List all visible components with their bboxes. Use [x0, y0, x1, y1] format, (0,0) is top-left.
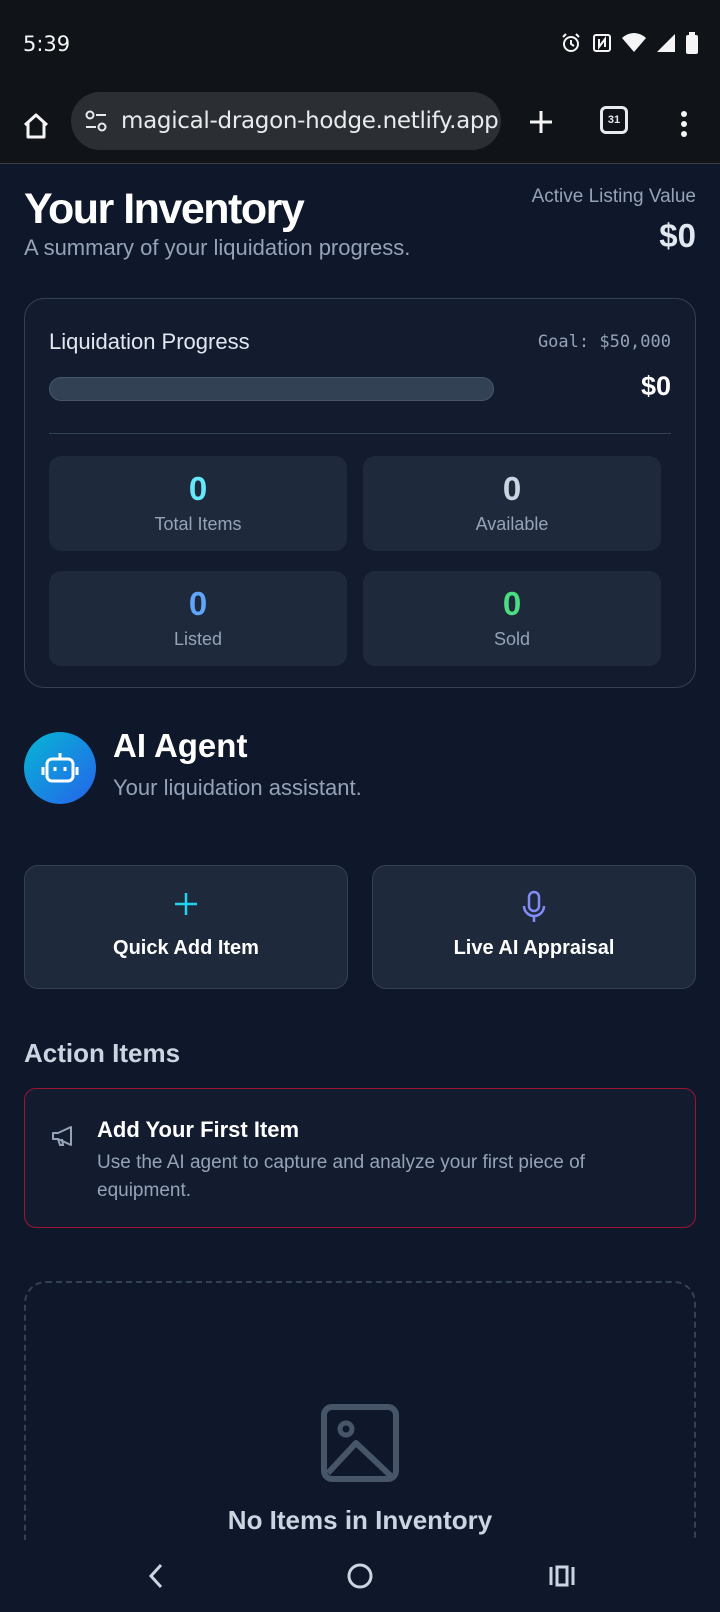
nfc-icon — [592, 33, 612, 53]
image-icon — [320, 1403, 400, 1488]
goal-label: Goal: $50,000 — [537, 332, 671, 352]
stat-value: 0 — [188, 585, 208, 622]
empty-inventory-state: No Items in Inventory — [24, 1281, 696, 1540]
stat-listed: 0 Listed — [49, 571, 347, 666]
action-item-description: Use the AI agent to capture and analyze … — [97, 1152, 585, 1201]
progress-card: Liquidation Progress Goal: $50,000 $0 0 … — [24, 298, 696, 688]
stat-label: Available — [475, 514, 549, 534]
site-settings-icon[interactable] — [83, 108, 109, 134]
signal-icon — [656, 33, 676, 53]
home-circle-icon — [347, 1563, 373, 1589]
page-subtitle: A summary of your liquidation progress. — [24, 235, 411, 260]
status-bar: 5:39 — [0, 0, 720, 88]
tab-switcher-button[interactable]: 31 — [600, 106, 628, 134]
action-item-title: Add Your First Item — [97, 1117, 300, 1142]
divider — [49, 433, 671, 434]
stat-label: Total Items — [154, 514, 242, 534]
new-tab-button[interactable] — [523, 104, 559, 140]
listing-value: $0 — [659, 217, 696, 254]
progress-label: Liquidation Progress — [49, 329, 250, 354]
tab-count: 31 — [607, 114, 621, 126]
recents-icon — [549, 1565, 575, 1587]
empty-state-title: No Items in Inventory — [227, 1505, 493, 1535]
nav-recents-button[interactable] — [544, 1558, 580, 1594]
back-icon — [148, 1563, 163, 1589]
stat-value: 0 — [502, 585, 522, 622]
battery-icon — [686, 32, 698, 54]
agent-avatar — [24, 732, 96, 804]
quick-add-item-label: Quick Add Item — [113, 937, 259, 959]
progress-amount: $0 — [640, 371, 671, 401]
listing-value-label: Active Listing Value — [531, 186, 696, 207]
home-icon — [23, 113, 49, 139]
system-nav-bar — [0, 1540, 720, 1612]
stat-available: 0 Available — [363, 456, 661, 551]
stat-label: Listed — [173, 629, 223, 649]
wifi-icon — [622, 33, 646, 53]
nav-back-button[interactable] — [138, 1558, 174, 1594]
progress-bar — [49, 377, 494, 401]
stat-total-items: 0 Total Items — [49, 456, 347, 551]
plus-icon — [530, 111, 552, 133]
status-icons — [560, 32, 698, 54]
alarm-icon — [560, 32, 582, 54]
page-content: Your Inventory A summary of your liquida… — [0, 165, 720, 1540]
agent-subtitle: Your liquidation assistant. — [113, 775, 362, 800]
nav-home-button[interactable] — [342, 1558, 378, 1594]
stat-value: 0 — [188, 470, 208, 507]
live-ai-appraisal-label: Live AI Appraisal — [453, 937, 615, 959]
browser-toolbar: magical-dragon-hodge.netlify.app 31 — [0, 88, 720, 164]
plus-icon — [175, 893, 197, 915]
action-item-card[interactable]: Add Your First Item Use the AI agent to … — [24, 1088, 696, 1228]
agent-title: AI Agent — [113, 727, 248, 764]
stat-value: 0 — [502, 470, 522, 507]
url-text: magical-dragon-hodge.netlify.app — [121, 108, 499, 134]
megaphone-icon — [51, 1125, 77, 1152]
status-time: 5:39 — [23, 32, 71, 56]
live-ai-appraisal-button[interactable]: Live AI Appraisal — [372, 865, 696, 989]
address-bar[interactable]: magical-dragon-hodge.netlify.app — [71, 92, 501, 150]
page-title: Your Inventory — [24, 185, 305, 233]
browser-menu-button[interactable] — [670, 106, 698, 142]
robot-icon — [41, 753, 79, 783]
microphone-icon — [522, 890, 546, 922]
action-items-title: Action Items — [24, 1038, 181, 1068]
more-vert-icon — [681, 111, 687, 137]
stat-label: Sold — [493, 629, 531, 649]
home-button[interactable] — [18, 108, 54, 144]
stat-sold: 0 Sold — [363, 571, 661, 666]
quick-add-item-button[interactable]: Quick Add Item — [24, 865, 348, 989]
